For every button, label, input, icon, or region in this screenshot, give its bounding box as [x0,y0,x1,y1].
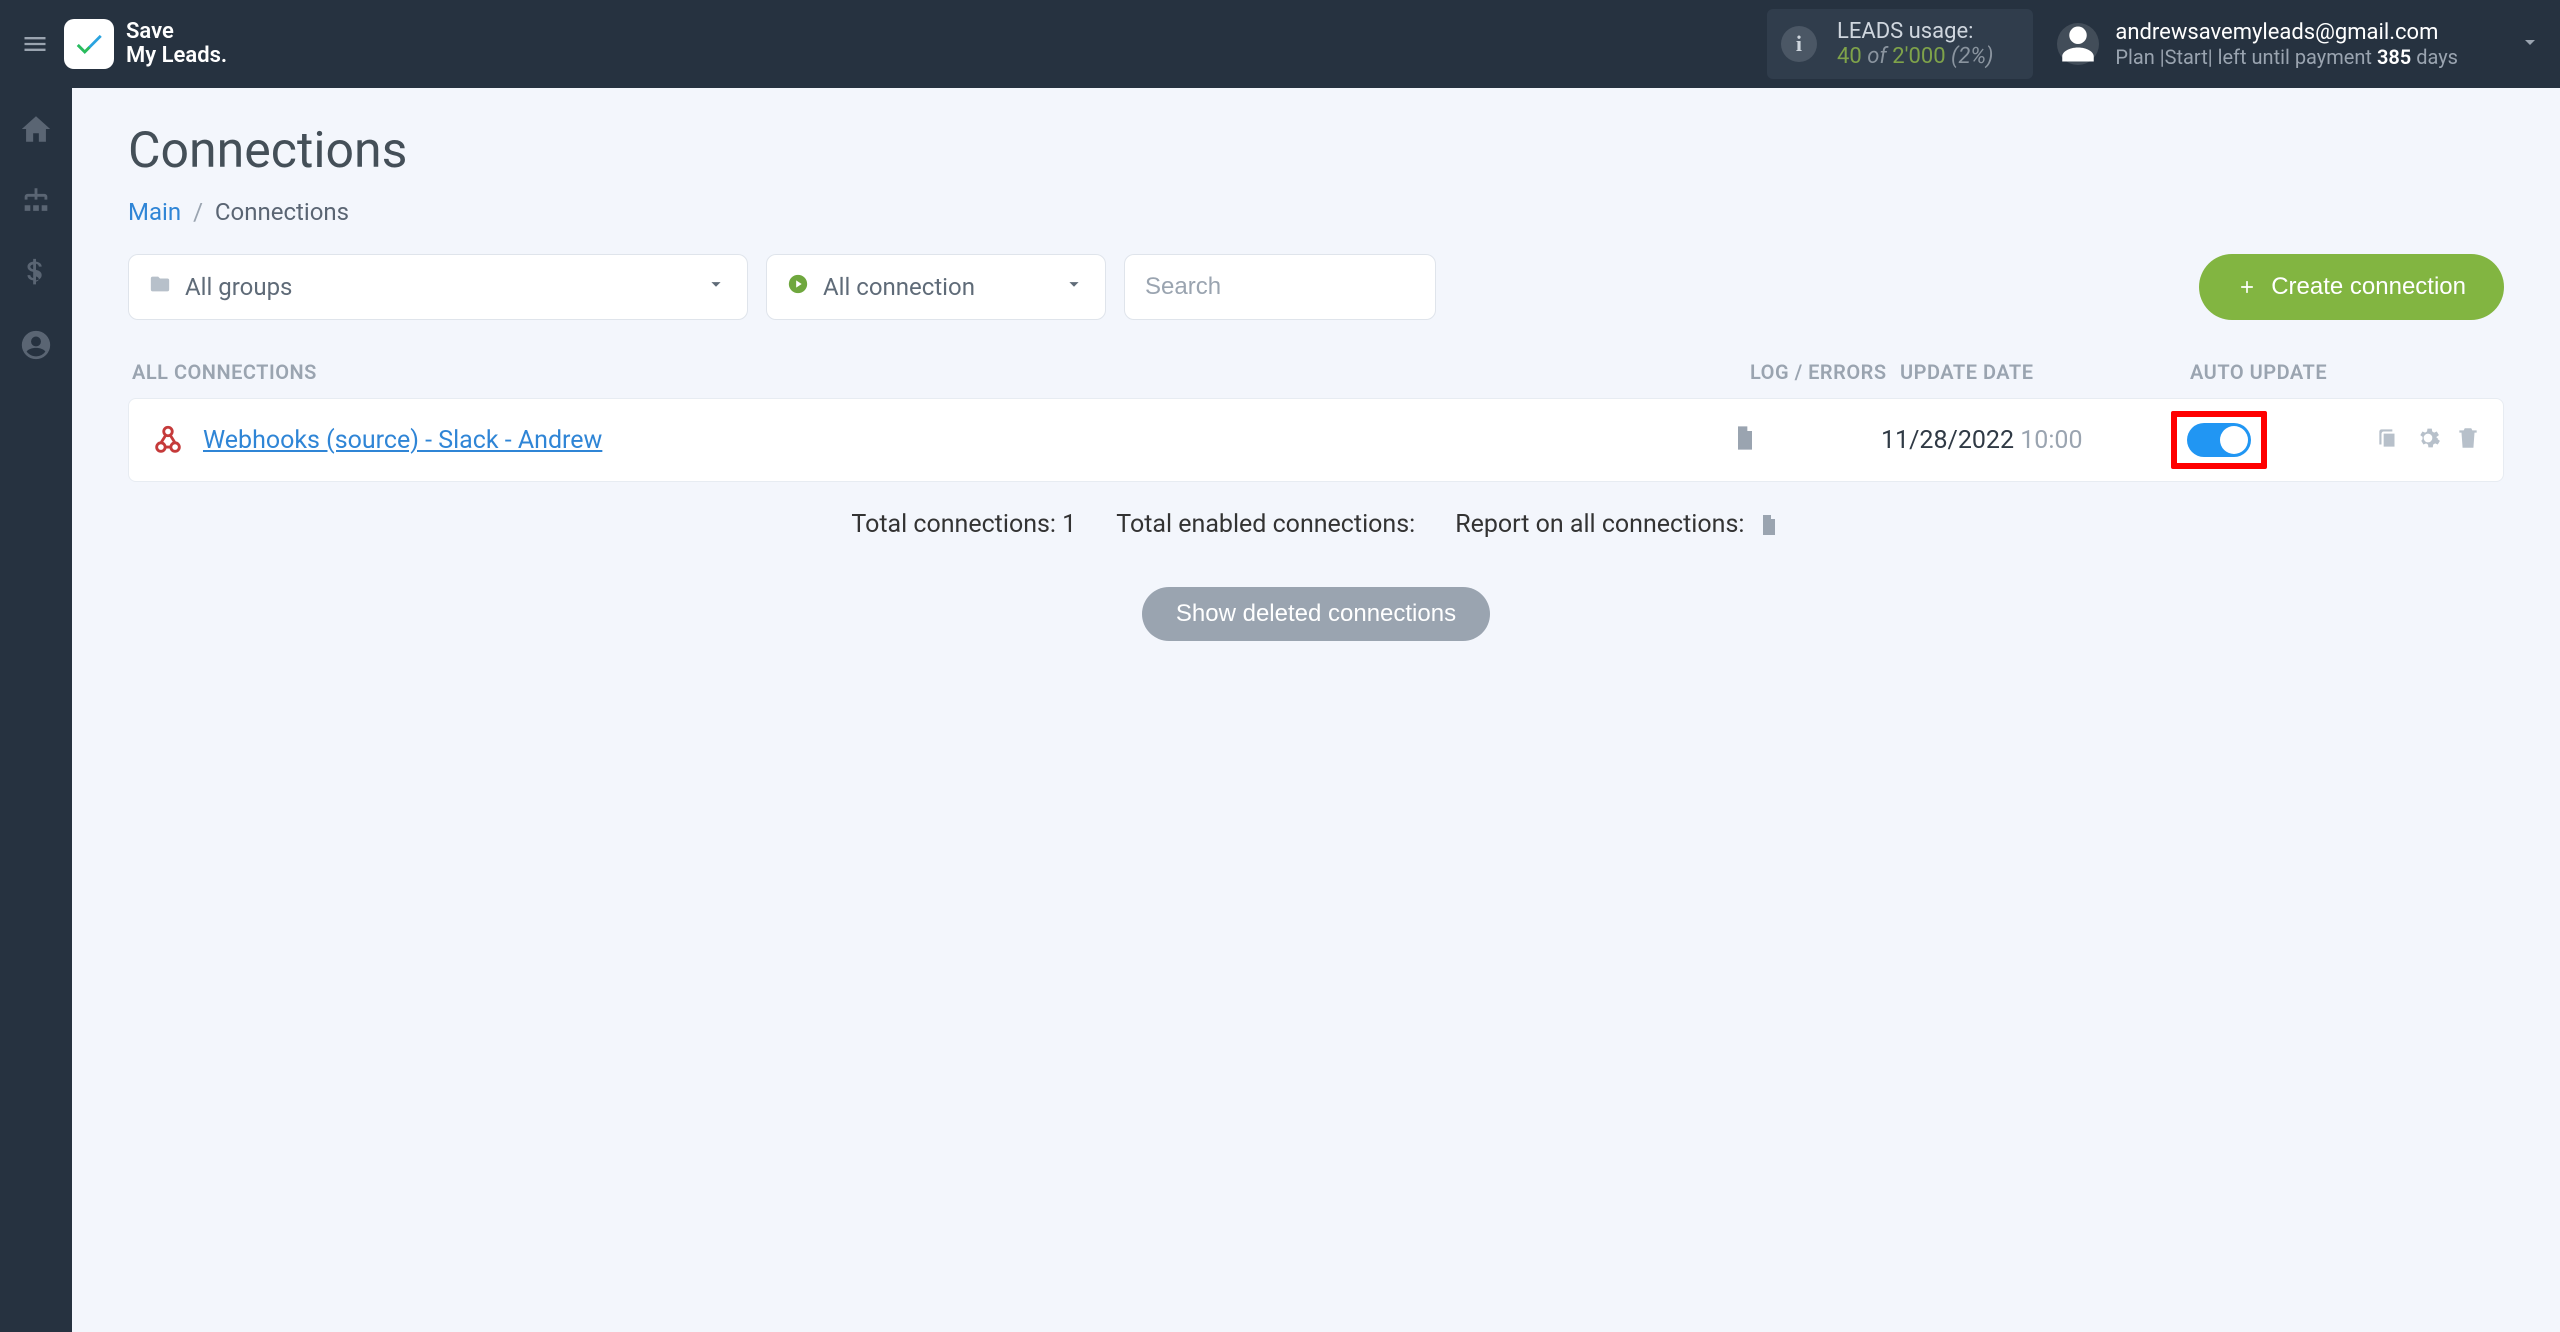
breadcrumb: Main / Connections [128,198,2504,226]
connections-filter-dropdown[interactable]: All connection [766,254,1106,320]
connections-table: ALL CONNECTIONS LOG / ERRORS UPDATE DATE… [128,360,2504,482]
brand-logo[interactable]: Save My Leads. [64,19,227,69]
filter-bar: All groups All connection [128,254,2504,320]
connection-name-link[interactable]: Webhooks (source) - Slack - Andrew [203,426,1731,455]
log-button[interactable] [1731,424,1759,456]
webhook-icon [151,423,185,457]
brand-line1: Save [126,20,227,44]
app-header: Save My Leads. i LEADS usage: 40 of 2'00… [0,0,2560,88]
copy-icon [2375,425,2401,451]
delete-button[interactable] [2455,425,2481,455]
usage-current: 40 [1837,44,1862,69]
search-input[interactable] [1124,254,1436,320]
check-icon [72,27,106,61]
side-rail [0,88,72,1332]
folder-icon [149,273,171,301]
account-plan: Plan |Start| left until payment 385 days [2115,45,2458,69]
main-content: Connections Main / Connections All group… [72,88,2560,1332]
brand-line2: My Leads. [126,44,227,68]
copy-button[interactable] [2375,425,2401,455]
chevron-down-icon [705,273,727,301]
auto-update-toggle[interactable] [2187,423,2251,457]
col-all-connections: ALL CONNECTIONS [132,360,1750,384]
table-header: ALL CONNECTIONS LOG / ERRORS UPDATE DATE… [128,360,2504,398]
breadcrumb-sep: / [193,198,203,226]
trash-icon [2455,425,2481,451]
usage-values: 40 of 2'000 (2%) [1837,44,1993,69]
col-log-errors: LOG / ERRORS [1750,360,1900,384]
connections-filter-label: All connection [823,273,975,301]
table-row: Webhooks (source) - Slack - Andrew 11/28… [128,398,2504,482]
nav-account[interactable] [19,328,53,366]
user-circle-icon [19,328,53,362]
col-auto-update: AUTO UPDATE [2190,360,2500,384]
total-connections: Total connections: 1 [851,510,1076,539]
update-time: 10:00 [2020,426,2082,455]
col-update-date: UPDATE DATE [1900,360,2190,384]
show-deleted-button[interactable]: Show deleted connections [1142,587,1490,641]
plan-days-num: 385 [2377,45,2411,69]
account-lines: andrewsavemyleads@gmail.com Plan |Start|… [2115,20,2458,69]
info-icon: i [1781,26,1817,62]
usage-of: of [1867,44,1887,69]
home-icon [19,112,53,146]
dollar-icon [19,256,53,290]
hamburger-icon [21,30,49,58]
groups-label: All groups [185,273,292,301]
update-date: 11/28/2022 [1881,426,2014,455]
report-label: Report on all connections: [1455,510,1744,539]
plan-days-word: days [2416,45,2458,69]
summary-row: Total connections: 1 Total enabled conne… [128,510,2504,539]
report-all: Report on all connections: [1455,510,1780,539]
breadcrumb-current: Connections [215,198,349,226]
usage-label: LEADS usage: [1837,19,1993,44]
chevron-down-icon [2518,30,2542,54]
play-circle-icon [787,273,809,301]
plan-prefix: Plan |Start| left until payment [2115,45,2372,69]
leads-usage-box: i LEADS usage: 40 of 2'000 (2%) [1767,9,2033,79]
auto-update-cell [2171,411,2331,469]
logo-mark [64,19,114,69]
nav-billing[interactable] [19,256,53,294]
avatar-icon [2057,23,2099,65]
usage-total: 2'000 [1892,44,1945,69]
breadcrumb-main[interactable]: Main [128,198,181,226]
sitemap-icon [19,184,53,218]
gear-icon [2415,425,2441,451]
create-connection-label: Create connection [2271,273,2466,301]
usage-pct: (2%) [1951,44,1993,69]
total-value: 1 [1062,510,1076,539]
row-actions [2331,425,2481,455]
total-label: Total connections: [851,510,1056,539]
account-email: andrewsavemyleads@gmail.com [2115,20,2458,45]
create-connection-button[interactable]: Create connection [2199,254,2504,320]
file-icon [1757,513,1781,537]
settings-button[interactable] [2415,425,2441,455]
log-cell [1731,424,1881,456]
enabled-connections: Total enabled connections: [1116,510,1415,539]
file-icon [1731,424,1759,452]
nav-home[interactable] [19,112,53,150]
account-menu[interactable]: andrewsavemyleads@gmail.com Plan |Start|… [2057,20,2458,69]
menu-toggle-button[interactable] [10,19,60,69]
groups-dropdown[interactable]: All groups [128,254,748,320]
brand-name: Save My Leads. [126,20,227,68]
account-caret[interactable] [2518,30,2542,58]
page-title: Connections [128,122,2504,180]
date-cell: 11/28/2022 10:00 [1881,426,2171,455]
plus-icon [2237,277,2257,297]
highlight-annotation [2171,411,2267,469]
chevron-down-icon [1063,273,1085,301]
usage-text: LEADS usage: 40 of 2'000 (2%) [1837,19,1993,69]
report-button[interactable] [1751,510,1781,539]
nav-connections[interactable] [19,184,53,222]
